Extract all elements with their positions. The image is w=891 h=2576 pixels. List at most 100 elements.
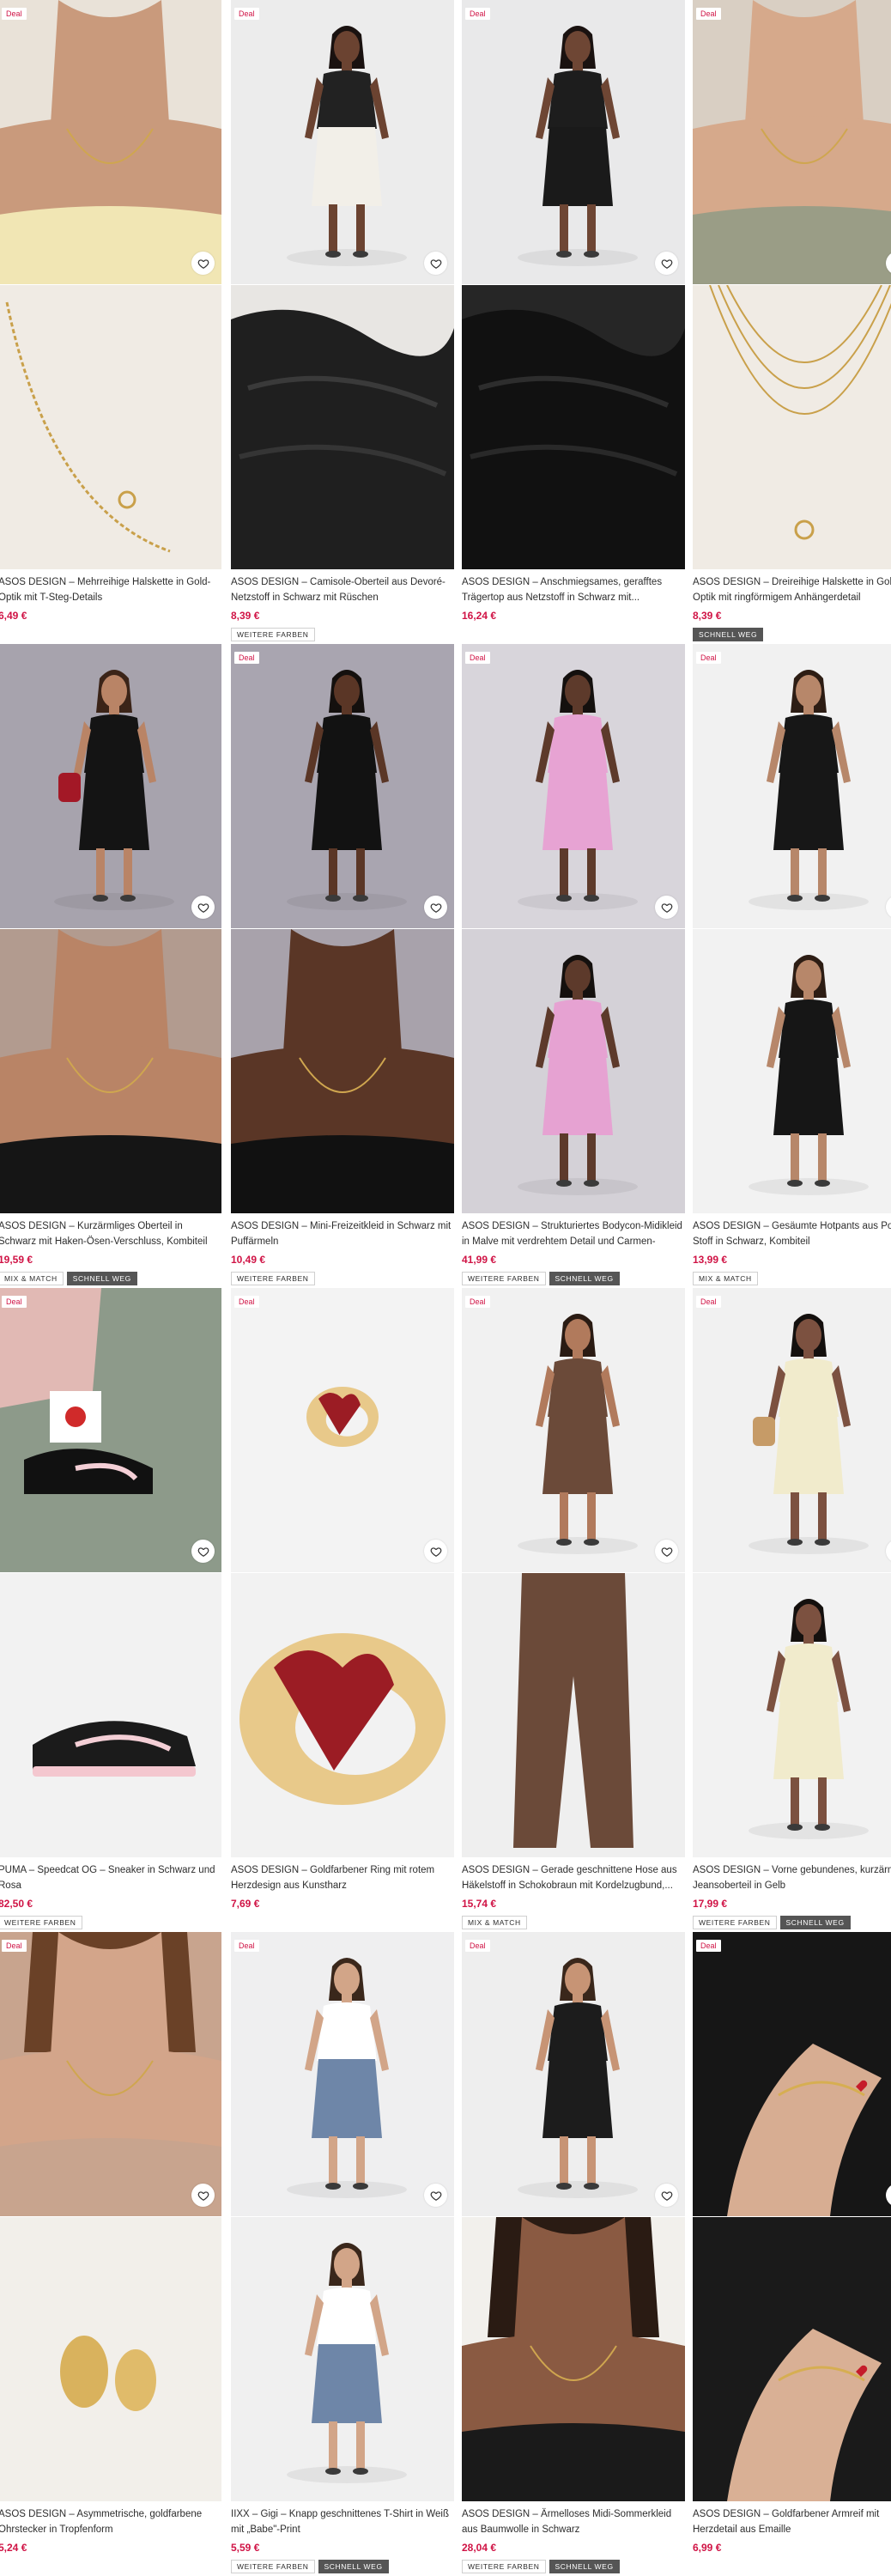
product-card[interactable]: Deal ASOS DESIGN – Camisole-Oberteil aus … bbox=[231, 0, 454, 644]
product-card[interactable]: Deal ASOS DESIGN – Gesäumte Hotpants aus … bbox=[693, 644, 891, 1288]
product-image-primary[interactable]: Deal bbox=[231, 1288, 454, 1572]
save-for-later-button[interactable] bbox=[191, 252, 215, 275]
product-image-secondary[interactable] bbox=[231, 929, 454, 1213]
product-card[interactable]: Deal IIXX – Gigi – Knapp geschnittenes T-… bbox=[231, 1932, 454, 2576]
product-image-primary[interactable]: Deal bbox=[462, 644, 685, 928]
save-for-later-button[interactable] bbox=[424, 896, 447, 919]
product-title[interactable]: ASOS DESIGN – Anschmiegsames, gerafftes … bbox=[462, 574, 687, 605]
deal-badge: Deal bbox=[234, 8, 259, 20]
product-image-primary[interactable]: Deal bbox=[693, 0, 891, 284]
product-image-primary[interactable]: Deal bbox=[0, 0, 221, 284]
deal-badge: Deal bbox=[234, 1940, 259, 1952]
product-card[interactable]: Deal ASOS DESIGN – Ärmelloses Midi-Sommer… bbox=[462, 1932, 685, 2576]
product-photo bbox=[693, 285, 891, 569]
product-title[interactable]: ASOS DESIGN – Mini-Freizeitkleid in Schw… bbox=[231, 1218, 456, 1249]
more-colours-badge: WEITERE FARBEN bbox=[231, 2560, 315, 2573]
product-card[interactable]: Deal ASOS DESIGN – Asymmetrische, goldfar… bbox=[0, 1932, 221, 2576]
product-photo bbox=[231, 929, 454, 1213]
product-title[interactable]: ASOS DESIGN – Goldfarbener Armreif mit H… bbox=[693, 2506, 891, 2537]
product-card[interactable]: Deal ASOS DESIGN – Goldfarbener Armreif m… bbox=[693, 1932, 891, 2576]
product-image-secondary[interactable] bbox=[231, 285, 454, 569]
product-badges: WEITERE FARBEN SCHNELL WEG bbox=[693, 1916, 891, 1929]
product-image-primary[interactable]: Deal bbox=[0, 1288, 221, 1572]
product-image-secondary[interactable] bbox=[693, 929, 891, 1213]
product-title[interactable]: IIXX – Gigi – Knapp geschnittenes T-Shir… bbox=[231, 2506, 456, 2537]
product-card[interactable]: Deal ASOS DESIGN – Anschmiegsames, geraff… bbox=[462, 0, 685, 644]
product-image-secondary[interactable] bbox=[462, 1573, 685, 1857]
product-image-secondary[interactable] bbox=[0, 2217, 221, 2501]
product-info: IIXX – Gigi – Knapp geschnittenes T-Shir… bbox=[231, 2501, 454, 2573]
product-image-secondary[interactable] bbox=[0, 285, 221, 569]
deal-badge: Deal bbox=[465, 1296, 490, 1308]
product-image-secondary[interactable] bbox=[693, 285, 891, 569]
save-for-later-button[interactable] bbox=[655, 1540, 678, 1563]
product-photo bbox=[231, 1932, 454, 2216]
save-for-later-button[interactable] bbox=[424, 2184, 447, 2207]
product-card[interactable]: Deal ASOS DESIGN – Mehrreihige Halskette … bbox=[0, 0, 221, 644]
product-title[interactable]: ASOS DESIGN – Asymmetrische, goldfarbene… bbox=[0, 2506, 223, 2537]
product-image-secondary[interactable] bbox=[462, 2217, 685, 2501]
product-photo bbox=[462, 2217, 685, 2501]
product-card[interactable]: Deal ASOS DESIGN – Vorne gebundenes, kurz… bbox=[693, 1288, 891, 1932]
product-card[interactable]: Deal ASOS DESIGN – Strukturiertes Bodycon… bbox=[462, 644, 685, 1288]
product-image-secondary[interactable] bbox=[462, 285, 685, 569]
product-info: ASOS DESIGN – Goldfarbener Ring mit rote… bbox=[231, 1857, 454, 1916]
product-image-secondary[interactable] bbox=[231, 2217, 454, 2501]
save-for-later-button[interactable] bbox=[655, 252, 678, 275]
product-image-secondary[interactable] bbox=[693, 2217, 891, 2501]
deal-badge: Deal bbox=[696, 1296, 721, 1308]
save-for-later-button[interactable] bbox=[191, 2184, 215, 2207]
product-image-primary[interactable]: Deal bbox=[693, 1932, 891, 2216]
product-title[interactable]: ASOS DESIGN – Goldfarbener Ring mit rote… bbox=[231, 1862, 456, 1893]
product-card[interactable]: ASOS DESIGN – Kurzärmliges Oberteil in S… bbox=[0, 644, 221, 1288]
product-card[interactable]: Deal ASOS DESIGN – Gerade geschnittene Ho… bbox=[462, 1288, 685, 1932]
product-title[interactable]: ASOS DESIGN – Vorne gebundenes, kurzärml… bbox=[693, 1862, 891, 1893]
product-image-primary[interactable]: Deal bbox=[462, 1932, 685, 2216]
product-image-primary[interactable] bbox=[0, 644, 221, 928]
product-title[interactable]: ASOS DESIGN – Ärmelloses Midi-Sommerklei… bbox=[462, 2506, 687, 2537]
product-image-primary[interactable]: Deal bbox=[231, 644, 454, 928]
product-photo bbox=[693, 0, 891, 284]
product-info: ASOS DESIGN – Anschmiegsames, gerafftes … bbox=[462, 569, 685, 628]
heart-outline-glyph bbox=[661, 258, 672, 269]
product-title[interactable]: ASOS DESIGN – Dreireihige Halskette in G… bbox=[693, 574, 891, 605]
product-image-primary[interactable]: Deal bbox=[0, 1932, 221, 2216]
save-for-later-button[interactable] bbox=[424, 1540, 447, 1563]
product-title[interactable]: ASOS DESIGN – Gerade geschnittene Hose a… bbox=[462, 1862, 687, 1893]
product-title[interactable]: PUMA – Speedcat OG – Sneaker in Schwarz … bbox=[0, 1862, 223, 1893]
product-photo bbox=[462, 1932, 685, 2216]
product-image-secondary[interactable] bbox=[231, 1573, 454, 1857]
product-title[interactable]: ASOS DESIGN – Camisole-Oberteil aus Devo… bbox=[231, 574, 456, 605]
product-title[interactable]: ASOS DESIGN – Strukturiertes Bodycon-Mid… bbox=[462, 1218, 687, 1249]
product-image-primary[interactable]: Deal bbox=[231, 0, 454, 284]
heart-icon bbox=[661, 258, 673, 270]
product-image-secondary[interactable] bbox=[693, 1573, 891, 1857]
product-image-secondary[interactable] bbox=[0, 1573, 221, 1857]
save-for-later-button[interactable] bbox=[655, 896, 678, 919]
save-for-later-button[interactable] bbox=[191, 896, 215, 919]
product-photo bbox=[462, 1288, 685, 1572]
product-image-primary[interactable]: Deal bbox=[462, 1288, 685, 1572]
save-for-later-button[interactable] bbox=[424, 252, 447, 275]
product-photo bbox=[462, 0, 685, 284]
product-image-primary[interactable]: Deal bbox=[693, 644, 891, 928]
product-photo bbox=[0, 0, 221, 284]
product-image-secondary[interactable] bbox=[462, 929, 685, 1213]
heart-outline-glyph bbox=[661, 2190, 672, 2201]
save-for-later-button[interactable] bbox=[655, 2184, 678, 2207]
product-card[interactable]: Deal ASOS DESIGN – Dreireihige Halskette … bbox=[693, 0, 891, 644]
product-info: ASOS DESIGN – Gesäumte Hotpants aus Pont… bbox=[693, 1213, 891, 1285]
product-image-primary[interactable]: Deal bbox=[231, 1932, 454, 2216]
product-image-secondary[interactable] bbox=[0, 929, 221, 1213]
product-image-primary[interactable]: Deal bbox=[693, 1288, 891, 1572]
product-photo bbox=[693, 1573, 891, 1857]
heart-outline-glyph bbox=[197, 1546, 209, 1557]
product-title[interactable]: ASOS DESIGN – Gesäumte Hotpants aus Pont… bbox=[693, 1218, 891, 1249]
save-for-later-button[interactable] bbox=[191, 1540, 215, 1563]
product-card[interactable]: Deal ASOS DESIGN – Goldfarbener Ring mit … bbox=[231, 1288, 454, 1932]
product-card[interactable]: Deal PUMA – Speedcat OG – Sneaker in Schw… bbox=[0, 1288, 221, 1932]
product-title[interactable]: ASOS DESIGN – Kurzärmliges Oberteil in S… bbox=[0, 1218, 223, 1249]
product-image-primary[interactable]: Deal bbox=[462, 0, 685, 284]
product-title[interactable]: ASOS DESIGN – Mehrreihige Halskette in G… bbox=[0, 574, 223, 605]
product-card[interactable]: Deal ASOS DESIGN – Mini-Freizeitkleid in … bbox=[231, 644, 454, 1288]
